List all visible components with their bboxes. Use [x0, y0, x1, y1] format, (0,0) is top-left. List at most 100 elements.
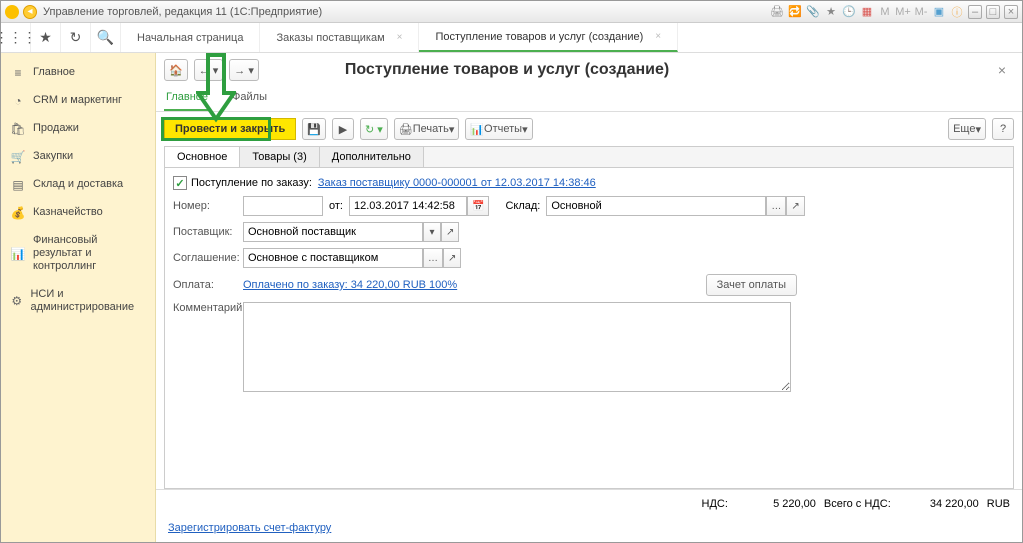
- tool-icon[interactable]: 🕒: [842, 5, 856, 19]
- tool-icon[interactable]: M+: [896, 5, 910, 19]
- total-value: 34 220,00: [899, 498, 979, 510]
- tool-icon[interactable]: ▦: [860, 5, 874, 19]
- vat-value: 5 220,00: [736, 498, 816, 510]
- offset-button[interactable]: Зачет оплаты: [706, 274, 797, 296]
- post-button[interactable]: ▶: [332, 118, 354, 140]
- stack-icon: ▤: [11, 178, 25, 192]
- order-link[interactable]: Заказ поставщику 0000-000001 от 12.03.20…: [318, 177, 596, 189]
- calendar-icon[interactable]: 📅: [467, 196, 489, 216]
- select-icon[interactable]: …: [766, 196, 786, 216]
- sidebar-item-sales[interactable]: 🛍Продажи: [1, 115, 155, 143]
- number-label: Номер:: [173, 200, 243, 212]
- dropdown-icon[interactable]: ▾: [423, 222, 441, 242]
- date-label: от:: [329, 200, 343, 212]
- minimize-button[interactable]: –: [968, 5, 982, 19]
- tool-icon[interactable]: M: [878, 5, 892, 19]
- more-button[interactable]: Еще ▾: [948, 118, 986, 140]
- supplier-label: Поставщик:: [173, 226, 243, 238]
- search-icon[interactable]: 🔍: [91, 23, 121, 52]
- subtab-files[interactable]: Файлы: [230, 87, 269, 111]
- print-button[interactable]: 🖨 Печать ▾: [394, 118, 460, 140]
- total-label: Всего с НДС:: [824, 498, 891, 510]
- bag-icon: 🛍: [11, 122, 25, 136]
- supplier-input[interactable]: [243, 222, 423, 242]
- inner-tabs: Основное Товары (3) Дополнительно: [164, 146, 1014, 167]
- tab-bar: ⋮⋮⋮ ★ ↻ 🔍 Начальная страница Заказы пост…: [1, 23, 1022, 53]
- titlebar: ◂ Управление торговлей, редакция 11 (1С:…: [1, 1, 1022, 23]
- vat-label: НДС:: [702, 498, 728, 510]
- agreement-input[interactable]: [243, 248, 423, 268]
- maximize-button[interactable]: □: [986, 5, 1000, 19]
- sidebar-item-purchases[interactable]: 🛒Закупки: [1, 143, 155, 171]
- nav-fwd-button[interactable]: → ▾: [229, 59, 259, 81]
- payment-link[interactable]: Оплачено по заказу: 34 220,00 RUB 100%: [243, 279, 457, 291]
- help-button[interactable]: ?: [992, 118, 1014, 140]
- sidebar-item-main[interactable]: ≡Главное: [1, 59, 155, 87]
- tab-receipt[interactable]: Поступление товаров и услуг (создание)×: [419, 23, 678, 52]
- sidebar-item-treasury[interactable]: 💰Казначейство: [1, 199, 155, 227]
- order-checkbox[interactable]: ✓: [173, 176, 187, 190]
- close-page-icon[interactable]: ×: [998, 62, 1006, 78]
- register-invoice-link[interactable]: Зарегистрировать счет-фактуру: [168, 522, 331, 534]
- save-button[interactable]: 💾: [302, 118, 326, 140]
- select-icon[interactable]: …: [423, 248, 443, 268]
- cart-icon: 🛒: [11, 150, 25, 164]
- pie-icon: ◔: [11, 94, 25, 108]
- tool-icon[interactable]: 📎: [806, 5, 820, 19]
- tab-close-icon[interactable]: ×: [397, 32, 403, 43]
- open-icon[interactable]: ↗: [441, 222, 459, 242]
- tool-icon[interactable]: M-: [914, 5, 928, 19]
- tab-close-icon[interactable]: ×: [655, 31, 661, 42]
- inner-tab-extra[interactable]: Дополнительно: [320, 147, 424, 167]
- close-button[interactable]: ×: [1004, 5, 1018, 19]
- warehouse-input[interactable]: [546, 196, 766, 216]
- page-title: Поступление товаров и услуг (создание): [345, 61, 669, 79]
- fill-button[interactable]: ↻ ▾: [360, 118, 388, 140]
- tool-icon[interactable]: 🔁: [788, 5, 802, 19]
- nav-back-button[interactable]: ← ▾: [194, 59, 224, 81]
- form: ✓ Поступление по заказу: Заказ поставщик…: [164, 167, 1014, 489]
- currency-label: RUB: [987, 498, 1010, 510]
- apps-icon[interactable]: ⋮⋮⋮: [1, 23, 31, 52]
- content: 🏠 ← ▾ → ▾ Поступление товаров и услуг (с…: [156, 53, 1022, 542]
- inner-tab-goods[interactable]: Товары (3): [240, 147, 319, 167]
- subtab-main[interactable]: Главное: [164, 87, 210, 111]
- chart-icon: 📊: [11, 247, 25, 261]
- order-label: Поступление по заказу:: [191, 177, 312, 189]
- warehouse-label: Склад:: [505, 200, 540, 212]
- comment-label: Комментарий:: [173, 302, 243, 314]
- history-icon[interactable]: ↻: [61, 23, 91, 52]
- sidebar: ≡Главное ◔CRM и маркетинг 🛍Продажи 🛒Заку…: [1, 53, 156, 542]
- help-icon[interactable]: ⓘ: [950, 5, 964, 19]
- home-icon: ≡: [11, 66, 25, 80]
- footer: НДС: 5 220,00 Всего с НДС: 34 220,00 RUB: [156, 489, 1022, 518]
- open-icon[interactable]: ↗: [443, 248, 461, 268]
- number-input[interactable]: [243, 196, 323, 216]
- inner-tab-main[interactable]: Основное: [165, 147, 240, 167]
- sidebar-item-admin[interactable]: ⚙НСИ и администрирование: [1, 281, 155, 321]
- action-bar: Провести и закрыть 💾 ▶ ↻ ▾ 🖨 Печать ▾ 📊 …: [156, 112, 1022, 146]
- payment-label: Оплата:: [173, 279, 243, 291]
- post-and-close-button[interactable]: Провести и закрыть: [164, 118, 296, 140]
- sidebar-item-warehouse[interactable]: ▤Склад и доставка: [1, 171, 155, 199]
- nav-home-button[interactable]: 🏠: [164, 59, 188, 81]
- tool-icon[interactable]: ★: [824, 5, 838, 19]
- back-button[interactable]: ◂: [23, 5, 37, 19]
- reports-button[interactable]: 📊 Отчеты ▾: [465, 118, 532, 140]
- sidebar-item-crm[interactable]: ◔CRM и маркетинг: [1, 87, 155, 115]
- agreement-label: Соглашение:: [173, 252, 243, 264]
- star-icon[interactable]: ★: [31, 23, 61, 52]
- sidebar-item-finance[interactable]: 📊Финансовый результат и контроллинг: [1, 227, 155, 281]
- money-icon: 💰: [11, 206, 25, 220]
- titlebar-tools: 🖨 🔁 📎 ★ 🕒 ▦ M M+ M- ▣ ⓘ – □ ×: [770, 5, 1018, 19]
- tab-orders[interactable]: Заказы поставщикам×: [260, 23, 419, 52]
- comment-input[interactable]: [243, 302, 791, 392]
- gear-icon: ⚙: [11, 294, 22, 308]
- window-title: Управление торговлей, редакция 11 (1С:Пр…: [43, 6, 770, 18]
- tool-icon[interactable]: ▣: [932, 5, 946, 19]
- date-input[interactable]: [349, 196, 467, 216]
- app-logo: [5, 5, 19, 19]
- open-icon[interactable]: ↗: [786, 196, 804, 216]
- tab-home[interactable]: Начальная страница: [121, 23, 260, 52]
- tool-icon[interactable]: 🖨: [770, 5, 784, 19]
